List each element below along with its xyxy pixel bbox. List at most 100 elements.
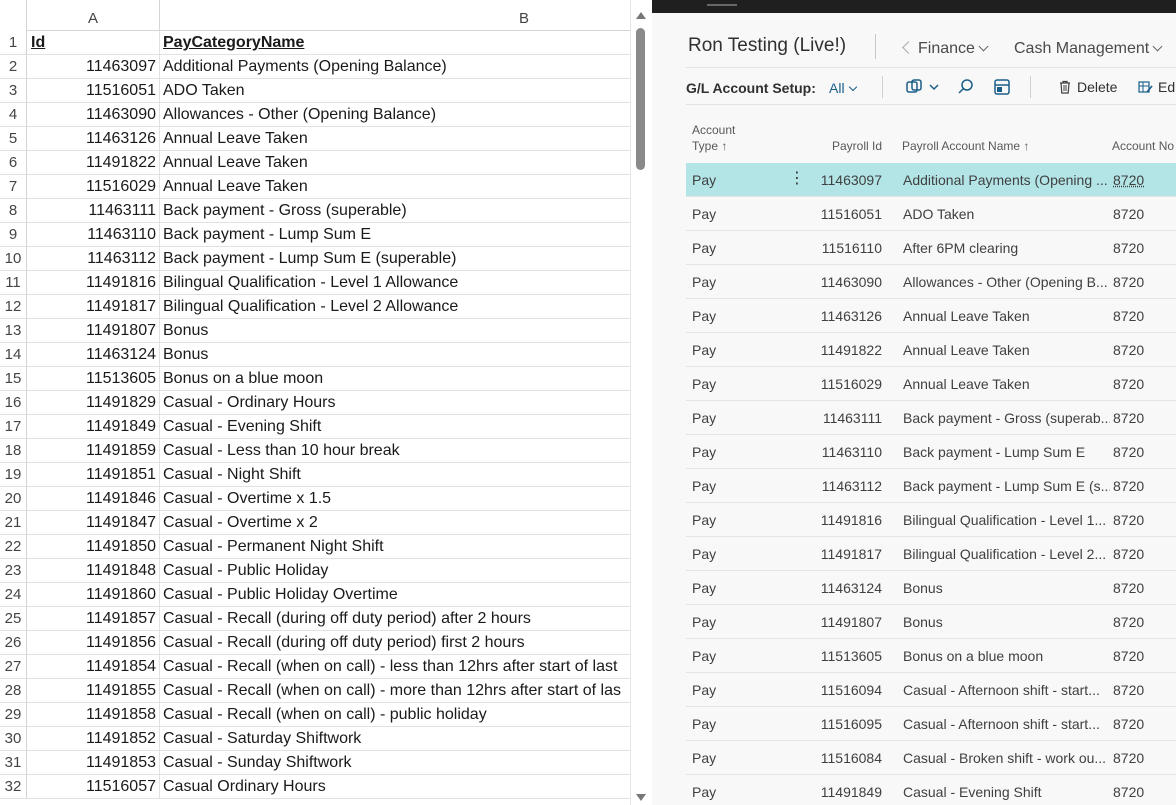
cell-payroll-account-name[interactable]: Casual - Afternoon shift - start... [903,673,1110,707]
delete-button[interactable]: Delete [1058,79,1117,95]
cell-account-type[interactable]: Pay [692,741,772,775]
cell-pay-category-name[interactable]: Bonus [160,343,630,367]
row-number[interactable]: 24 [0,583,27,607]
list-row[interactable]: Pay 11516110 After 6PM clearing 8720 [686,231,1176,265]
list-row[interactable]: Pay 11463111 Back payment - Gross (superab… [686,401,1176,435]
cell-id[interactable]: 11491846 [27,487,160,511]
nav-cash-management-menu[interactable]: Cash Management [1014,40,1163,58]
cell-payroll-id[interactable]: 11463112 [796,469,882,503]
cell-payroll-account-name[interactable]: Annual Leave Taken [903,299,1110,333]
cell-id[interactable]: 11491856 [27,631,160,655]
cell-payroll-account-name[interactable]: ADO Taken [903,197,1110,231]
filter-pane-icon[interactable] [992,77,1012,97]
cell-pay-category-name[interactable]: Back payment - Lump Sum E (superable) [160,247,630,271]
row-number[interactable]: 15 [0,367,27,391]
cell-id[interactable]: 11491857 [27,607,160,631]
cell-payroll-account-name[interactable]: Bonus [903,605,1110,639]
sheet-vertical-scrollbar[interactable] [630,0,652,805]
list-row[interactable]: Pay ⋮ 11463097 Additional Payments (Opening… [686,163,1176,197]
cell-account-type[interactable]: Pay [692,571,772,605]
cell-payroll-id[interactable]: 11491849 [796,775,882,805]
cell-id[interactable]: 11516057 [27,775,160,799]
cell-account-type[interactable]: Pay [692,299,772,333]
column-header-b[interactable]: B [160,0,652,31]
cell-payroll-id[interactable]: 11491822 [796,333,882,367]
cell-account-type[interactable]: Pay [692,673,772,707]
cell-id[interactable]: 11463112 [27,247,160,271]
cell-id[interactable]: 11491816 [27,271,160,295]
cell-account-no[interactable]: 8720 [1113,197,1176,231]
cell-account-no[interactable]: 8720 [1113,435,1176,469]
cell-id[interactable]: 11491859 [27,439,160,463]
row-number[interactable]: 23 [0,559,27,583]
cell-pay-category-name[interactable]: ADO Taken [160,79,630,103]
cell-id[interactable]: 11491850 [27,535,160,559]
cell-account-type[interactable]: Pay [692,537,772,571]
cell-pay-category-name[interactable]: Casual - Ordinary Hours [160,391,630,415]
row-number[interactable]: 13 [0,319,27,343]
cell-payroll-id[interactable]: 11463097 [796,163,882,197]
cell-id[interactable]: 11463097 [27,55,160,79]
cell-pay-category-name[interactable]: Bonus on a blue moon [160,367,630,391]
cell-payroll-account-name[interactable]: Back payment - Lump Sum E (s... [903,469,1110,503]
cell-payroll-id[interactable]: 11491807 [796,605,882,639]
row-number[interactable]: 11 [0,271,27,295]
row-number[interactable]: 31 [0,751,27,775]
cell-id[interactable]: 11463090 [27,103,160,127]
cell-pay-category-name[interactable]: Casual - Recall (when on call) - public … [160,703,630,727]
list-row[interactable]: Pay 11463124 Bonus 8720 [686,571,1176,605]
list-row[interactable]: Pay 11463126 Annual Leave Taken 8720 [686,299,1176,333]
row-number[interactable]: 18 [0,439,27,463]
cell-payroll-id[interactable]: 11463124 [796,571,882,605]
cell-account-type[interactable]: Pay [692,469,772,503]
cell-account-type[interactable]: Pay [692,435,772,469]
cell-account-no[interactable]: 8720 [1113,673,1176,707]
row-number[interactable]: 19 [0,463,27,487]
select-all-corner[interactable] [0,0,27,31]
cell-payroll-id[interactable]: 11516095 [796,707,882,741]
cell-pay-category-name[interactable]: Casual - Less than 10 hour break [160,439,630,463]
cell-payroll-id[interactable]: 11491816 [796,503,882,537]
view-filter-dropdown[interactable]: All [829,80,857,96]
cell-account-type[interactable]: Pay [692,367,772,401]
cell-header-paycategoryname[interactable]: PayCategoryName [160,31,630,55]
cell-id[interactable]: 11491807 [27,319,160,343]
column-account-no[interactable]: Account No [1112,138,1174,154]
list-row[interactable]: Pay 11516094 Casual - Afternoon shift - st… [686,673,1176,707]
list-row[interactable]: Pay 11491849 Casual - Evening Shift 8720 [686,775,1176,805]
cell-pay-category-name[interactable]: Casual - Saturday Shiftwork [160,727,630,751]
cell-account-no[interactable]: 8720 [1113,503,1176,537]
nav-back-chevron-icon[interactable] [902,41,915,54]
scroll-down-arrow-icon[interactable] [636,794,646,801]
list-row[interactable]: Pay 11491807 Bonus 8720 [686,605,1176,639]
list-row[interactable]: Pay 11516095 Casual - Afternoon shift - st… [686,707,1176,741]
cell-pay-category-name[interactable]: Bilingual Qualification - Level 1 Allowa… [160,271,630,295]
cell-id[interactable]: 11491858 [27,703,160,727]
cell-account-no[interactable]: 8720 [1113,163,1176,197]
row-number[interactable]: 5 [0,127,27,151]
cell-account-type[interactable]: Pay [692,163,772,197]
cell-pay-category-name[interactable]: Casual - Public Holiday Overtime [160,583,630,607]
chevron-down-icon[interactable] [924,77,944,97]
cell-id[interactable]: 11491854 [27,655,160,679]
cell-id[interactable]: 11463110 [27,223,160,247]
cell-id[interactable]: 11516051 [27,79,160,103]
cell-id[interactable]: 11463126 [27,127,160,151]
cell-payroll-id[interactable]: 11491817 [796,537,882,571]
cell-pay-category-name[interactable]: Casual - Night Shift [160,463,630,487]
row-number[interactable]: 32 [0,775,27,799]
scroll-up-arrow-icon[interactable] [636,12,646,19]
cell-id[interactable]: 11491851 [27,463,160,487]
cell-payroll-account-name[interactable]: Back payment - Lump Sum E [903,435,1110,469]
cell-account-no[interactable]: 8720 [1113,537,1176,571]
list-row[interactable]: Pay 11516051 ADO Taken 8720 [686,197,1176,231]
list-row[interactable]: Pay 11516029 Annual Leave Taken 8720 [686,367,1176,401]
cell-payroll-account-name[interactable]: Casual - Afternoon shift - start... [903,707,1110,741]
cell-pay-category-name[interactable]: Casual - Sunday Shiftwork [160,751,630,775]
cell-pay-category-name[interactable]: Casual - Public Holiday [160,559,630,583]
cell-account-no[interactable]: 8720 [1113,639,1176,673]
cell-account-type[interactable]: Pay [692,265,772,299]
cell-payroll-id[interactable]: 11463126 [796,299,882,333]
cell-account-no[interactable]: 8720 [1113,401,1176,435]
cell-payroll-account-name[interactable]: Back payment - Gross (superab... [903,401,1110,435]
